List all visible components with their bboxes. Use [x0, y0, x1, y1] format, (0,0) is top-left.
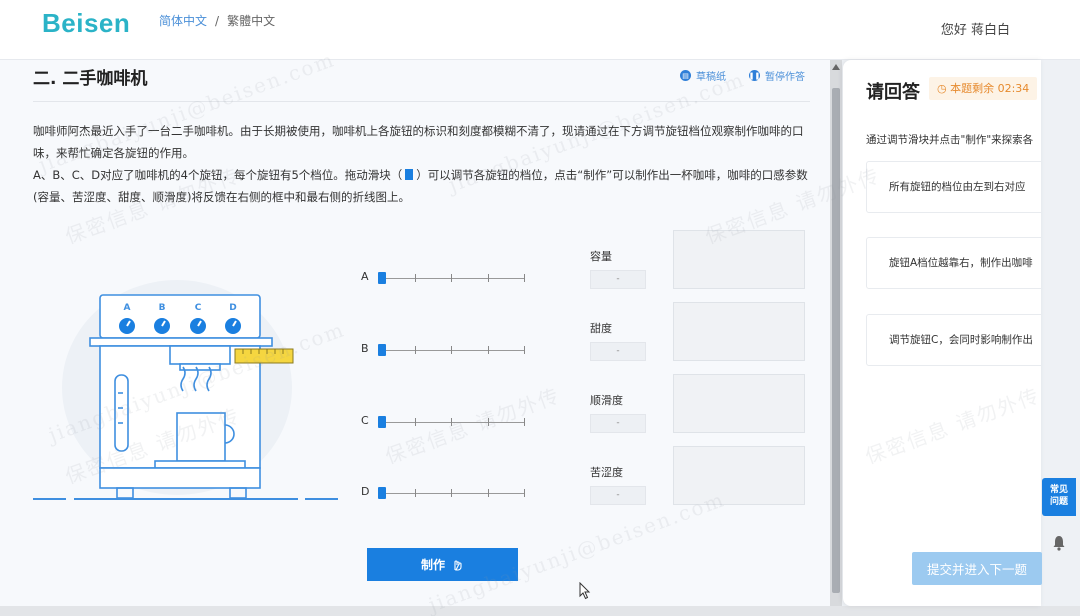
knob-slider-track[interactable] [378, 272, 525, 284]
answer-statement-card[interactable]: 旋钮A档位越靠右，制作出咖啡 [866, 237, 1041, 289]
knob-label: B [159, 303, 166, 313]
main-scrollbar[interactable] [830, 60, 842, 606]
knob-label: C [195, 303, 202, 313]
output-chart-box [673, 374, 805, 433]
slider-label: C [361, 414, 369, 427]
slider-label: D [361, 485, 370, 498]
slider-tick [415, 274, 416, 282]
slider-tick [488, 489, 489, 497]
knob-label: A [124, 303, 131, 313]
mouse-cursor-icon [579, 582, 591, 600]
description-part-a: A、B、C、D对应了咖啡机的4个旋钮，每个旋钮有5个档位。拖动滑块（ [33, 168, 403, 182]
slider-handle[interactable] [378, 487, 386, 499]
draft-paper-button[interactable]: ▤ 草稿纸 [680, 68, 726, 83]
draft-paper-label: 草稿纸 [696, 72, 726, 83]
output-value: - [590, 270, 646, 289]
slider-sample-icon [405, 169, 414, 180]
slider-handle[interactable] [378, 344, 386, 356]
question-title: 二. 二手咖啡机 [33, 69, 148, 89]
ground-line [33, 498, 66, 500]
slider-tick [415, 418, 416, 426]
hand-pointer-icon [454, 560, 462, 571]
clock-icon: ◷ [937, 82, 947, 95]
slider-tick [415, 489, 416, 497]
ground-line [305, 498, 338, 500]
faq-label-2: 问题 [1049, 497, 1068, 507]
bottom-bar [0, 606, 1080, 616]
output-label: 顺滑度 [590, 394, 623, 407]
slider-tick [524, 418, 525, 426]
slider-label: A [361, 270, 369, 283]
pause-button[interactable]: ❚❚ 暂停作答 [749, 68, 805, 83]
make-coffee-button[interactable]: 制作 [367, 548, 518, 581]
beisen-logo: Beisen [42, 8, 131, 38]
bell-icon[interactable] [1053, 535, 1065, 551]
faq-label-1: 常见 [1049, 485, 1068, 495]
scroll-up-arrow[interactable] [832, 64, 840, 70]
output-value: - [590, 414, 646, 433]
slider-handle[interactable] [378, 416, 386, 428]
make-button-label: 制作 [420, 558, 445, 572]
output-chart-box [673, 446, 805, 505]
pause-label: 暂停作答 [765, 72, 805, 83]
knob-slider-track[interactable] [378, 344, 525, 356]
slider-handle[interactable] [378, 272, 386, 284]
document-icon: ▤ [680, 70, 691, 81]
answer-title: 请回答 [866, 82, 920, 103]
slider-tick [451, 418, 452, 426]
slider-tick [451, 489, 452, 497]
output-label: 容量 [590, 250, 612, 263]
output-value: - [590, 486, 646, 505]
output-chart-box [673, 302, 805, 361]
timer-text: 本题剩余 02:34 [950, 82, 1030, 95]
knob-slider-track[interactable] [378, 416, 525, 428]
output-label: 苦涩度 [590, 466, 623, 479]
answer-statement-card[interactable]: 所有旋钮的档位由左到右对应 [866, 161, 1041, 213]
slider-tick [524, 346, 525, 354]
slider-tick [451, 274, 452, 282]
slider-tick [488, 274, 489, 282]
lang-traditional-link[interactable]: 繁體中文 [227, 14, 275, 28]
coffee-machine-illustration: A B C D [89, 294, 294, 499]
answer-panel: 请回答 ◷ 本题剩余 02:34 通过调节滑块并点击"制作"来探索各 所有旋钮的… [843, 60, 1041, 606]
slider-label: B [361, 342, 369, 355]
faq-button[interactable]: 常见 问题 [1042, 478, 1076, 516]
output-chart-box [673, 230, 805, 289]
title-divider [33, 101, 810, 102]
output-label: 甜度 [590, 322, 612, 335]
slider-tick [488, 418, 489, 426]
slider-tick [488, 346, 489, 354]
top-bar: Beisen 简体中文 / 繁體中文 您好 蒋白白 [0, 0, 1080, 60]
lang-separator: / [215, 14, 220, 28]
knob-label: D [229, 303, 236, 313]
answer-statement-card[interactable]: 调节旋钮C，会同时影响制作出 [866, 314, 1041, 366]
submit-next-button[interactable]: 提交并进入下一题 [912, 552, 1042, 585]
user-greeting: 您好 蒋白白 [940, 23, 1010, 38]
lang-simplified-link[interactable]: 简体中文 [159, 14, 207, 28]
question-description-2: A、B、C、D对应了咖啡机的4个旋钮，每个旋钮有5个档位。拖动滑块（ ）可以调节各… [33, 164, 813, 208]
timer-badge: ◷ 本题剩余 02:34 [929, 77, 1038, 100]
output-value: - [590, 342, 646, 361]
answer-instruction: 通过调节滑块并点击"制作"来探索各 [866, 134, 1034, 146]
scrollbar-thumb[interactable] [832, 88, 840, 593]
slider-tick [524, 274, 525, 282]
pause-icon: ❚❚ [748, 70, 761, 81]
question-description-1: 咖啡师阿杰最近入手了一台二手咖啡机。由于长期被使用，咖啡机上各旋钮的标识和刻度都… [33, 124, 804, 160]
slider-tick [451, 346, 452, 354]
language-switcher: 简体中文 / 繁體中文 [159, 12, 275, 29]
knob-slider-track[interactable] [378, 487, 525, 499]
slider-tick [524, 489, 525, 497]
slider-tick [415, 346, 416, 354]
